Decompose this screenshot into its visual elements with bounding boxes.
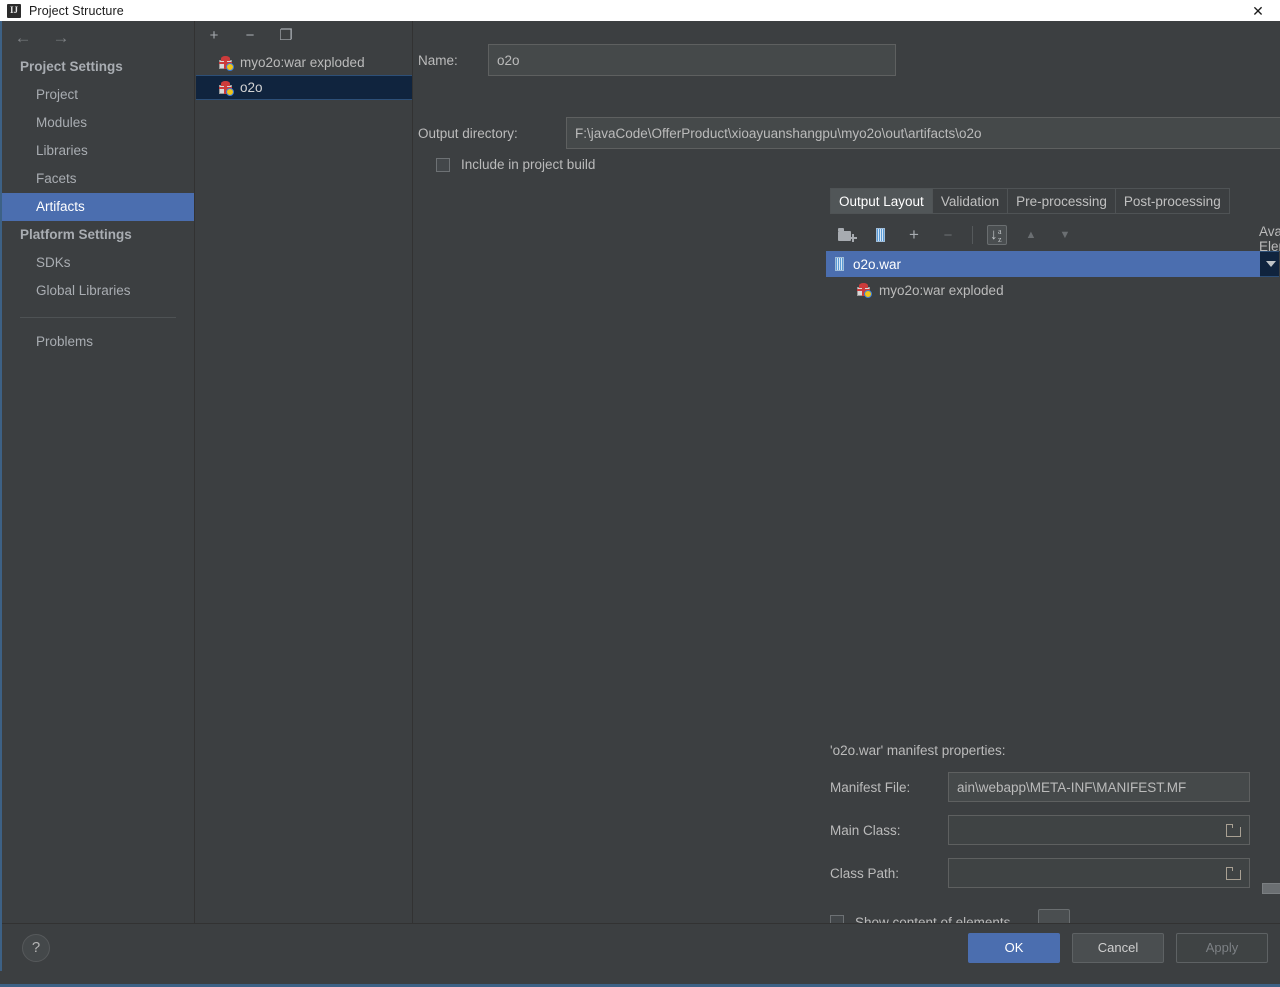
close-icon[interactable]: ✕ [1236,0,1280,21]
artifact-icon [218,55,234,71]
available-element-row[interactable]: Maven: javax.servlet:javax.servlet-api:3… [1260,277,1280,303]
tab-output-layout[interactable]: Output Layout [830,188,933,214]
sort-az-icon: ↓ a z [990,226,1002,244]
cancel-button[interactable]: Cancel [1072,932,1164,963]
tab-validation[interactable]: Validation [932,188,1009,214]
back-arrow-icon[interactable]: ← [14,29,32,46]
include-in-project-build-label: Include in project build [461,157,596,172]
manifest-file-label: Manifest File: [830,779,911,795]
available-element-row[interactable]: myo2o [1260,251,1279,277]
tree-row[interactable]: myo2o:war exploded [826,277,1260,303]
tree-row[interactable]: o2o.war [826,251,1260,277]
sidebar-item-project[interactable]: Project [2,81,194,109]
move-up-button[interactable]: ▲ [1021,225,1041,245]
apply-button[interactable]: Apply [1176,932,1268,963]
output-directory-input[interactable]: F:\javaCode\OfferProduct\xioayuanshangpu… [566,117,1280,149]
output-directory-value: F:\javaCode\OfferProduct\xioayuanshangpu… [575,125,982,141]
artifact-list-item[interactable]: o2o [196,75,412,100]
sidebar-divider [20,317,176,318]
ok-button[interactable]: OK [968,932,1060,963]
window-title-bar: IJ Project Structure ✕ [0,0,1280,21]
tab-post-processing[interactable]: Post-processing [1115,188,1230,214]
move-down-button[interactable]: ▼ [1055,225,1075,245]
sort-button[interactable]: ↓ a z [987,225,1007,245]
name-row: Name: o2o [414,43,1280,77]
output-directory-label: Output directory: [418,125,518,141]
horizontal-scrollbar[interactable] [1262,883,1280,894]
output-directory-row: Output directory: F:\javaCode\OfferProdu… [414,117,1280,149]
output-layout-toolbar: + − ↓ a z ▲ ▼ [830,221,1260,249]
browse-folder-icon[interactable] [1226,867,1242,880]
create-directory-button[interactable] [836,225,857,245]
sidebar-item-artifacts[interactable]: Artifacts [2,193,194,221]
class-path-label: Class Path: [830,865,900,881]
artifacts-list-panel: + − ❐ myo2o:war exploded o2o [196,21,413,923]
name-input[interactable]: o2o [488,44,896,76]
remove-artifact-button[interactable]: − [242,28,258,43]
tab-pre-processing[interactable]: Pre-processing [1008,188,1116,214]
sidebar-item-global-libraries[interactable]: Global Libraries [2,277,194,305]
main-class-input[interactable] [948,815,1250,845]
sidebar-item-facets[interactable]: Facets [2,165,194,193]
main-class-row: Main Class: [830,815,1250,845]
available-elements-header: Available Elements ? [1259,224,1280,254]
remove-element-button[interactable]: − [938,225,958,245]
manifest-file-row: Manifest File: ain\webapp\META-INF\MANIF… [830,772,1250,802]
tree-row-label: myo2o:war exploded [879,282,1004,298]
artifact-list-item-label: o2o [240,80,263,95]
sidebar-item-libraries[interactable]: Libraries [2,137,194,165]
manifest-file-input[interactable]: ain\webapp\META-INF\MANIFEST.MF [948,772,1250,802]
artifact-icon [218,80,234,96]
manifest-properties-title: 'o2o.war' manifest properties: [830,743,1006,758]
intellij-idea-icon: IJ [7,3,21,18]
folder-plus-icon [837,228,857,242]
artifact-list-item-label: myo2o:war exploded [240,55,365,70]
sidebar-item-modules[interactable]: Modules [2,109,194,137]
artifact-list-item[interactable]: myo2o:war exploded [196,50,412,75]
forward-arrow-icon[interactable]: → [52,29,70,46]
help-button[interactable]: ? [22,933,50,962]
add-copy-of-button[interactable]: + [904,225,924,245]
artifacts-toolbar: + − ❐ [196,21,412,50]
add-artifact-button[interactable]: + [206,28,222,43]
include-in-project-build-checkbox[interactable] [436,157,450,172]
create-archive-button[interactable] [870,225,890,245]
main-class-label: Main Class: [830,822,901,838]
browse-folder-icon[interactable] [1226,824,1242,837]
name-label: Name: [418,52,458,68]
class-path-input[interactable] [948,858,1250,888]
sidebar-group-platform-settings: Platform Settings [20,227,132,242]
sidebar-item-sdks[interactable]: SDKs [2,249,194,277]
include-in-project-build-row[interactable]: Include in project build [436,157,595,172]
window-title: Project Structure [29,3,124,18]
settings-sidebar: ← → Project Settings Project Modules Lib… [2,21,195,923]
artifact-editor-panel: Name: o2o Type: Web Application: Archive… [414,21,1280,935]
class-path-row: Class Path: [830,858,1250,888]
tree-row-label: o2o.war [853,256,902,272]
sidebar-item-problems[interactable]: Problems [2,328,194,356]
dialog-footer: ? OK Cancel Apply [2,923,1280,971]
project-structure-dialog: ← → Project Settings Project Modules Lib… [0,21,1280,971]
jar-icon [875,228,886,242]
sidebar-group-project-settings: Project Settings [20,59,123,74]
available-elements-title: Available Elements [1259,224,1280,254]
chevron-down-icon[interactable] [1266,261,1276,267]
available-elements-tree[interactable]: myo2o Maven: javax.servlet:javax.servlet… [1260,251,1279,736]
jar-icon [834,257,845,271]
copy-artifact-button[interactable]: ❐ [278,28,294,43]
artifact-tabs: Output Layout Validation Pre-processing … [830,188,1230,214]
artifact-icon [856,283,872,298]
output-layout-tree[interactable]: o2o.war myo2o:war exploded [826,251,1260,736]
toolbar-divider [972,226,973,244]
sidebar-navigation: ← → [2,21,194,53]
